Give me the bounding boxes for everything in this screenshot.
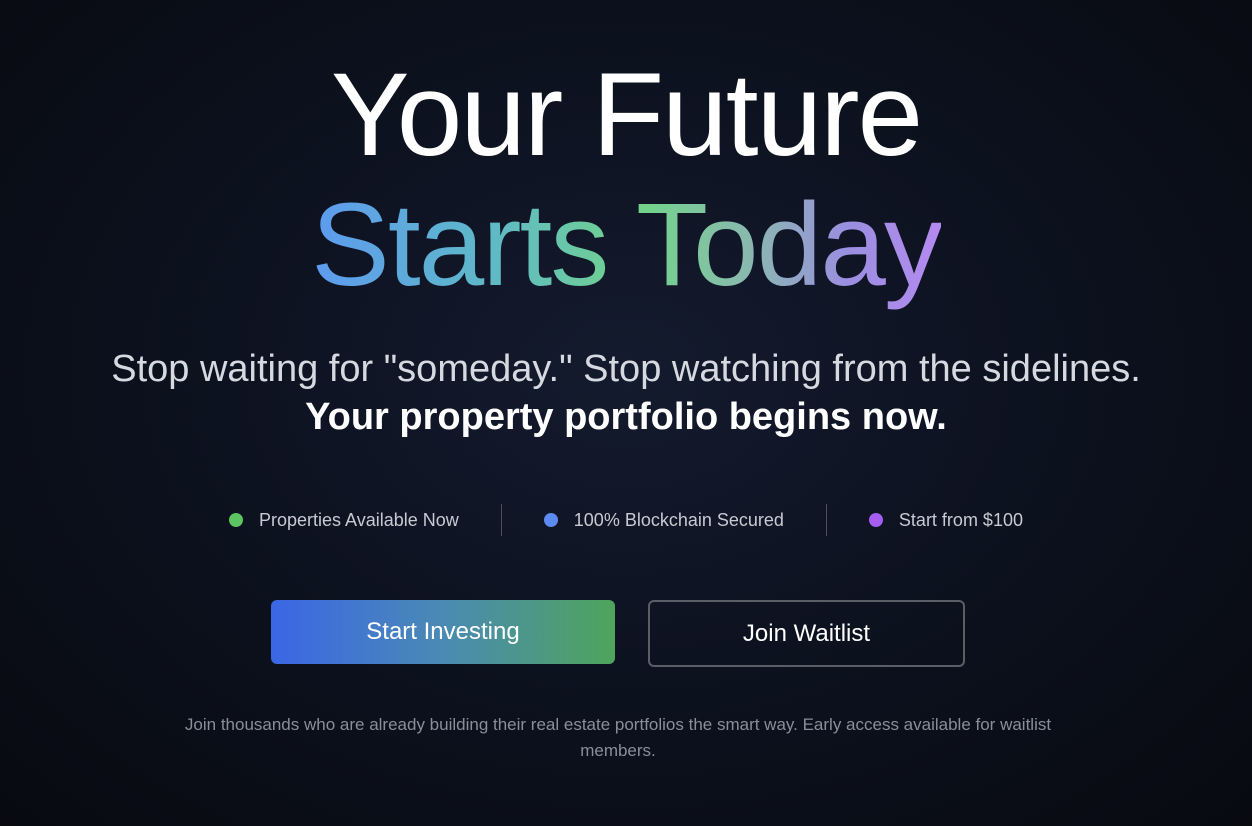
feature-list: Properties Available Now 100% Blockchain… bbox=[0, 504, 1252, 536]
feature-label: 100% Blockchain Secured bbox=[573, 509, 784, 530]
feature-start-from: Start from $100 bbox=[827, 510, 1065, 531]
join-waitlist-button[interactable]: Join Waitlist bbox=[648, 600, 965, 667]
subtitle: Stop waiting for "someday." Stop watchin… bbox=[111, 348, 1141, 390]
hero-section: Your Future Starts Today Stop waiting fo… bbox=[0, 0, 1252, 826]
status-dot-icon bbox=[868, 513, 883, 527]
start-investing-button[interactable]: Start Investing bbox=[271, 600, 615, 664]
status-dot-icon bbox=[543, 513, 558, 527]
status-dot-icon bbox=[229, 513, 243, 527]
feature-label: Properties Available Now bbox=[259, 509, 459, 530]
feature-blockchain-secured: 100% Blockchain Secured bbox=[502, 510, 826, 531]
headline-gradient-text: Starts Today bbox=[311, 179, 943, 311]
headline-line-1: Your Future bbox=[330, 49, 923, 181]
feature-properties-available: Properties Available Now bbox=[187, 510, 501, 531]
headline-line-2: Starts Today bbox=[0, 182, 1252, 308]
feature-label: Start from $100 bbox=[898, 509, 1023, 530]
subtitle-strong: Your property portfolio begins now. bbox=[305, 396, 947, 438]
footnote-text: Join thousands who are already building … bbox=[184, 715, 1052, 760]
